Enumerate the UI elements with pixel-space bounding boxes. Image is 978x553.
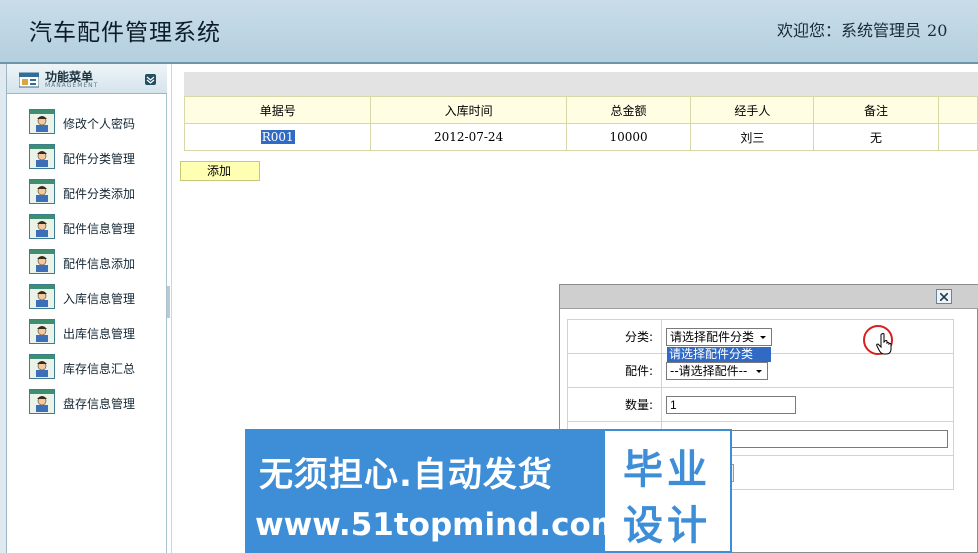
table-cell-extra — [937, 123, 978, 151]
table-cell: 10000 — [565, 123, 692, 151]
hand-cursor-icon — [876, 333, 892, 355]
watermark-seal: 毕业 设计 — [605, 431, 730, 551]
sidebar-item-label: 库存信息汇总 — [63, 362, 136, 376]
form-row-quantity: 数量: — [567, 387, 954, 422]
left-edge-border — [0, 64, 7, 553]
category-cell: 请选择配件分类 请选择配件分类 — [661, 319, 954, 362]
user-card-icon — [29, 389, 55, 414]
dropdown-arrow-icon — [756, 369, 762, 373]
sidebar-menu: 修改个人密码 配件分类管理 配件分类添加 配件信息管理 配件信息添加 入库信息管… — [7, 104, 167, 419]
welcome-label: 欢迎您： — [777, 21, 842, 40]
app-window: 汽车配件管理系统 欢迎您：系统管理员 20 功能菜单 MANAGEMENT 修改… — [0, 0, 978, 553]
form-row-category: 分类: 请选择配件分类 请选择配件分类 — [567, 319, 954, 362]
dialog-titlebar — [560, 285, 978, 309]
sidebar-item-part-category-add[interactable]: 配件分类添加 — [7, 174, 167, 209]
category-label: 分类: — [567, 319, 662, 354]
collapse-chevron-icon[interactable] — [145, 74, 156, 85]
sidebar-item-label: 入库信息管理 — [63, 292, 136, 306]
user-card-icon — [29, 354, 55, 379]
app-header: 汽车配件管理系统 欢迎您：系统管理员 20 — [0, 0, 978, 64]
sidebar-item-label: 配件信息添加 — [63, 257, 136, 271]
seal-line-1: 毕业 — [623, 447, 711, 493]
part-cell: --请选择配件-- — [661, 353, 954, 388]
column-header: 备注 — [813, 96, 939, 124]
sidebar-item-part-category-manage[interactable]: 配件分类管理 — [7, 139, 167, 174]
user-card-icon — [29, 144, 55, 169]
user-card-icon — [29, 179, 55, 204]
column-header: 总金额 — [565, 96, 692, 124]
app-title: 汽车配件管理系统 — [29, 20, 221, 46]
sidebar-item-change-password[interactable]: 修改个人密码 — [7, 104, 167, 139]
sidebar-item-label: 配件分类管理 — [63, 152, 136, 166]
welcome-bar: 欢迎您：系统管理员 20 — [777, 17, 947, 41]
sidebar-item-stocktake-manage[interactable]: 盘存信息管理 — [7, 384, 167, 419]
sidebar-item-stock-in-manage[interactable]: 入库信息管理 — [7, 279, 167, 314]
order-id[interactable]: R001 — [260, 130, 295, 144]
sidebar-item-label: 配件信息管理 — [63, 222, 136, 236]
sidebar-item-label: 盘存信息管理 — [63, 397, 136, 411]
sidebar-item-part-info-add[interactable]: 配件信息添加 — [7, 244, 167, 279]
sidebar-item-label: 出库信息管理 — [63, 327, 136, 341]
sidebar-item-inventory-summary[interactable]: 库存信息汇总 — [7, 349, 167, 384]
date-text: 20 — [927, 21, 948, 40]
watermark-url: www.51topmind.com — [255, 507, 624, 543]
dropdown-arrow-icon — [760, 335, 766, 339]
add-button[interactable]: 添加 — [180, 161, 260, 181]
sidebar-subtitle: MANAGEMENT — [45, 82, 99, 89]
column-header-extra — [937, 96, 978, 124]
part-select-value: --请选择配件-- — [670, 363, 748, 378]
quantity-label: 数量: — [567, 387, 662, 422]
category-select-value: 请选择配件分类 — [670, 329, 755, 344]
quantity-cell — [661, 387, 954, 422]
sidebar-item-label: 修改个人密码 — [63, 117, 136, 131]
table-cell: 2012-07-24 — [370, 123, 567, 151]
category-select[interactable]: 请选择配件分类 — [666, 327, 772, 346]
column-header: 入库时间 — [370, 96, 567, 124]
user-card-icon — [29, 249, 55, 274]
column-header: 经手人 — [690, 96, 815, 124]
sidebar-header: 功能菜单 MANAGEMENT — [7, 64, 167, 94]
part-select[interactable]: --请选择配件-- — [666, 361, 768, 380]
form-row-part: 配件: --请选择配件-- — [567, 353, 954, 388]
user-card-icon — [29, 214, 55, 239]
splitter-grip[interactable] — [167, 286, 170, 318]
seal-line-2: 设计 — [623, 503, 711, 549]
watermark-banner: 无须担心.自动发货 www.51topmind.com 毕业 设计 — [245, 429, 732, 553]
user-card-icon — [29, 319, 55, 344]
table-cell: 无 — [813, 123, 939, 151]
stock-in-table: 单据号 入库时间 总金额 经手人 备注 R001 2012-07-24 1000… — [183, 96, 978, 151]
user-name: 系统管理员 — [841, 21, 922, 40]
user-card-icon — [29, 284, 55, 309]
user-card-icon — [29, 109, 55, 134]
table-cell[interactable]: R001 — [183, 123, 372, 151]
table-header-row: 单据号 入库时间 总金额 经手人 备注 — [183, 96, 978, 124]
column-header: 单据号 — [183, 96, 372, 124]
table-toolbar — [184, 72, 978, 96]
quantity-input[interactable] — [666, 395, 796, 414]
part-label: 配件: — [567, 353, 662, 388]
sidebar-item-part-info-manage[interactable]: 配件信息管理 — [7, 209, 167, 244]
watermark-slogan: 无须担心.自动发货 — [259, 455, 553, 495]
table-row[interactable]: R001 2012-07-24 10000 刘三 无 — [183, 123, 978, 151]
sidebar-item-label: 配件分类添加 — [63, 187, 136, 201]
sidebar-item-stock-out-manage[interactable]: 出库信息管理 — [7, 314, 167, 349]
close-icon[interactable] — [936, 289, 952, 304]
table-cell: 刘三 — [690, 123, 815, 151]
sidebar: 功能菜单 MANAGEMENT 修改个人密码 配件分类管理 配件分类添加 配件信… — [7, 64, 167, 553]
menu-icon — [19, 72, 39, 88]
